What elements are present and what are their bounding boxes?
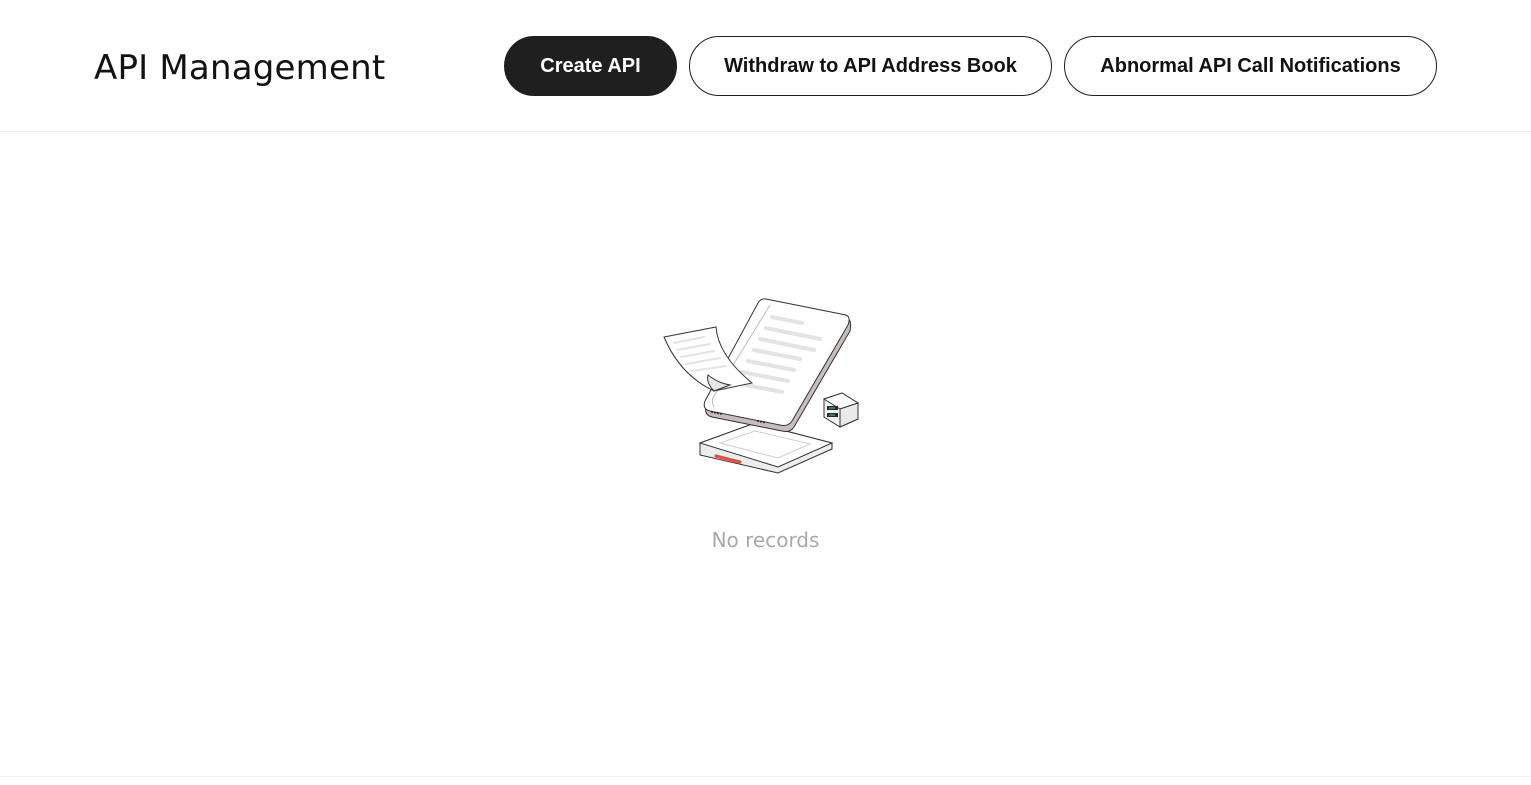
create-api-button[interactable]: Create API <box>504 36 677 96</box>
abnormal-call-notifications-button[interactable]: Abnormal API Call Notifications <box>1064 36 1437 96</box>
footer-divider <box>0 776 1531 777</box>
empty-state: No records <box>0 133 1531 776</box>
empty-state-message: No records <box>711 528 820 552</box>
withdraw-address-book-button[interactable]: Withdraw to API Address Book <box>689 36 1052 96</box>
empty-documents-illustration <box>663 298 860 474</box>
page-header: API Management Create API Withdraw to AP… <box>0 0 1531 132</box>
page-title: API Management <box>94 48 386 88</box>
